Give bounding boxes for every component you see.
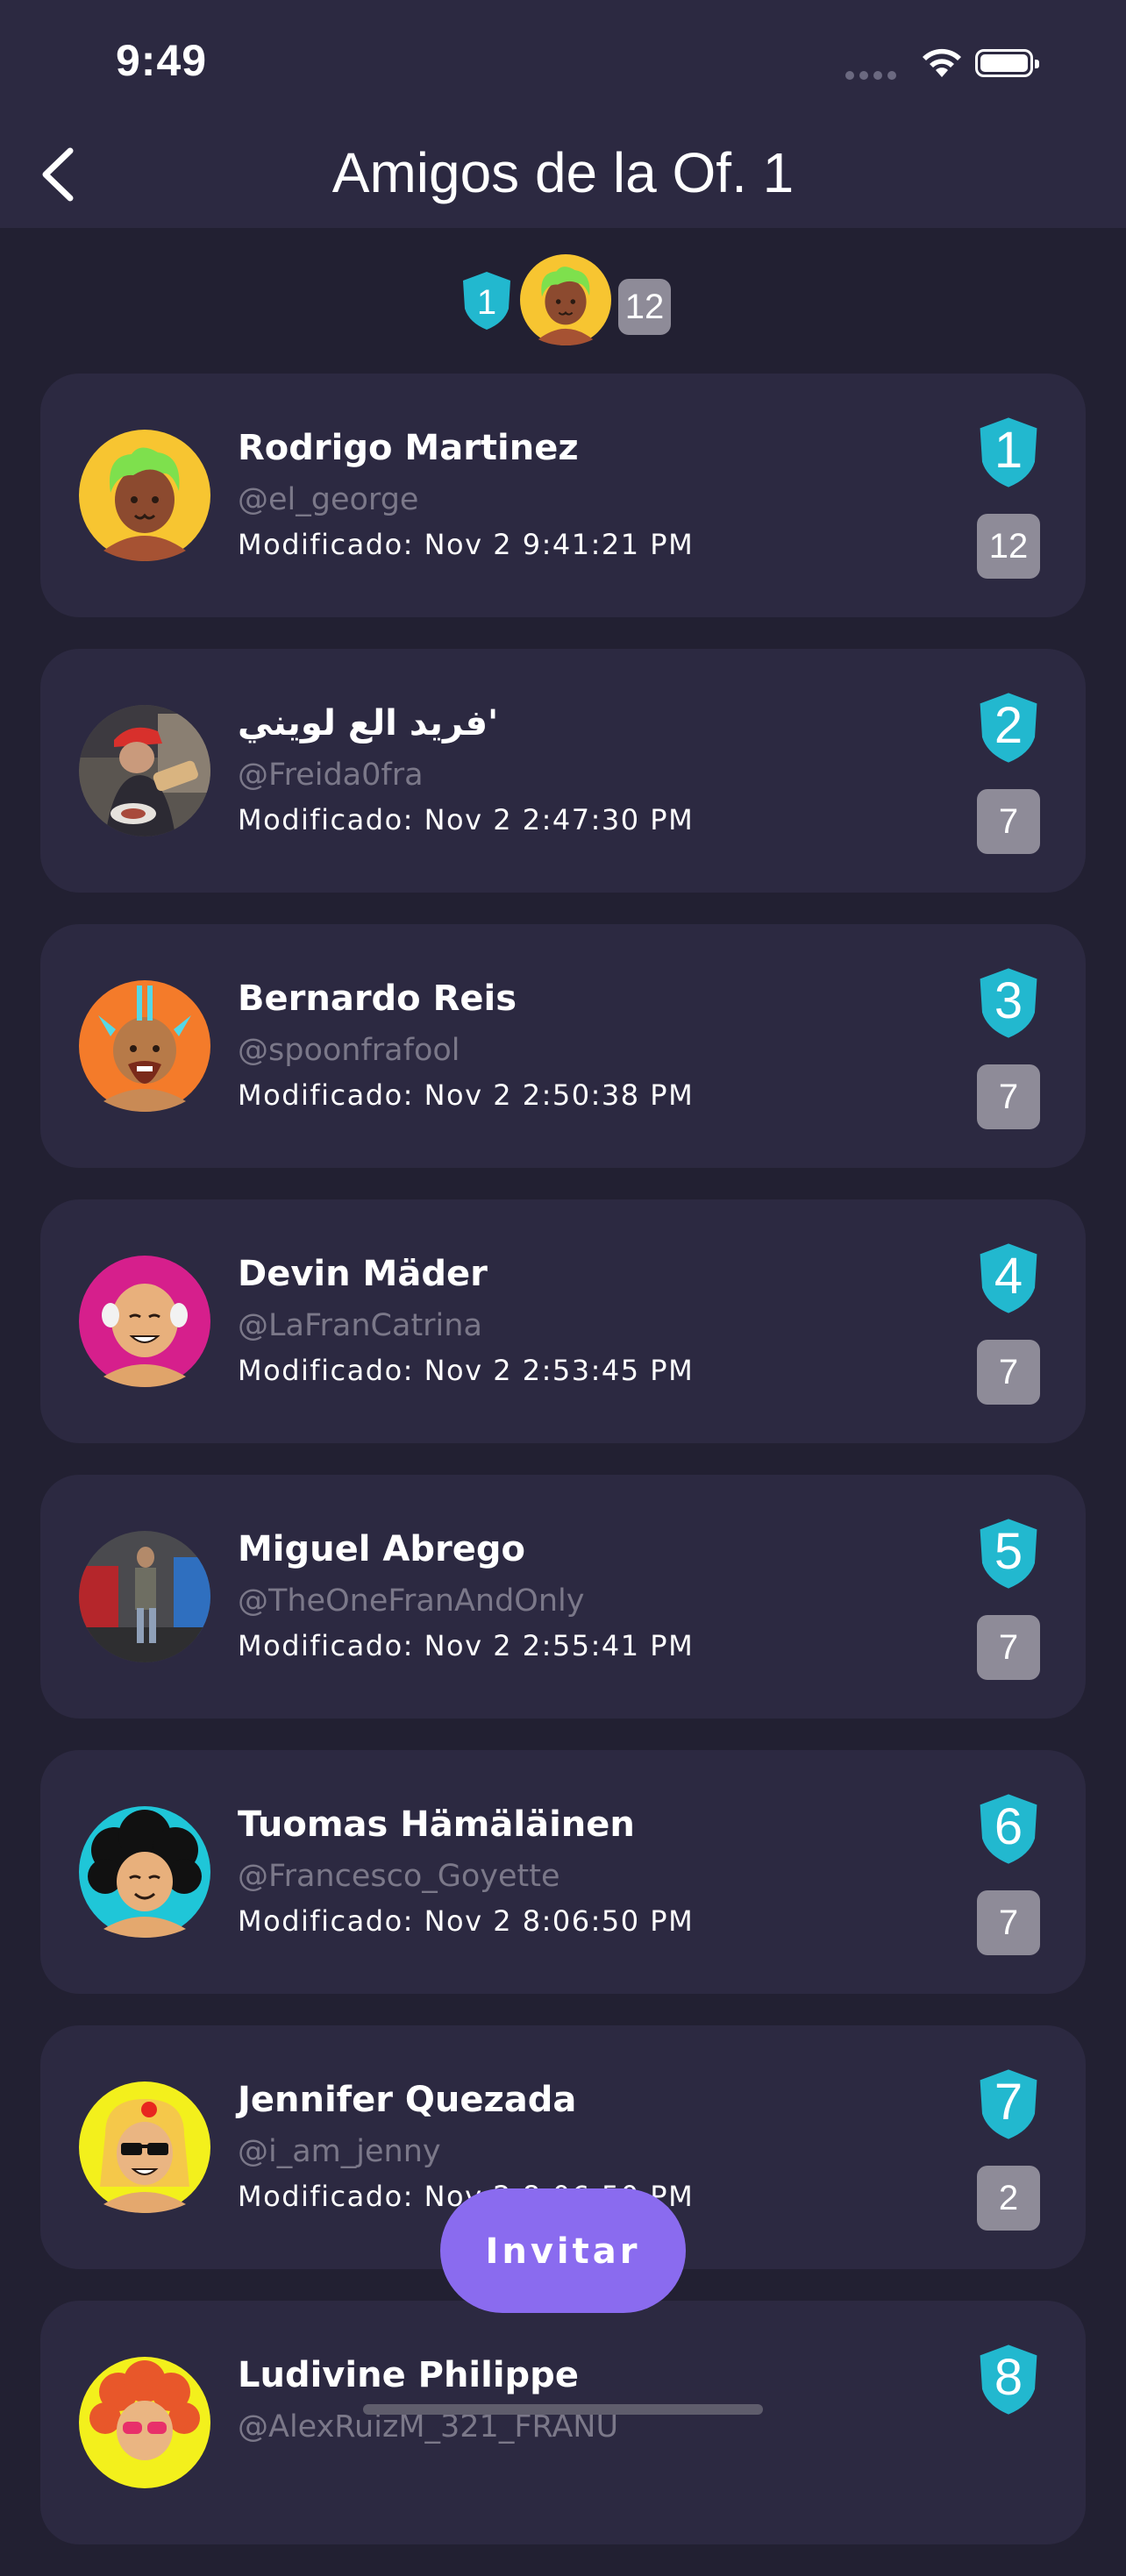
friend-handle: @TheOneFranAndOnly bbox=[238, 1583, 585, 1619]
rank-shield-icon: 6 bbox=[977, 1792, 1040, 1866]
count-badge: 2 bbox=[977, 2166, 1040, 2231]
friend-handle: @i_am_jenny bbox=[238, 2134, 441, 2169]
summary-rank: 1 bbox=[477, 283, 496, 322]
friend-name: Rodrigo Martinez bbox=[238, 428, 579, 468]
bald-avatar-magenta bbox=[79, 1256, 210, 1387]
rank-shield-icon: 4 bbox=[977, 1242, 1040, 1315]
friend-name: Ludivine Philippe bbox=[238, 2355, 579, 2395]
nav-header: 9:49 Amigos de la Of. 1 bbox=[0, 0, 1126, 228]
count-badge: 7 bbox=[977, 1615, 1040, 1680]
friend-name: Miguel Abrego bbox=[238, 1529, 525, 1569]
friend-name: فريد الع لويني' bbox=[238, 703, 499, 744]
friend-handle: @Freida0fra bbox=[238, 758, 424, 793]
rank-number: 6 bbox=[994, 1798, 1023, 1855]
friend-modified: Modificado: Nov 2 2:50:38 PM bbox=[238, 1078, 695, 1112]
friend-card[interactable]: فريد الع لويني' @Freida0fra Modificado: … bbox=[40, 649, 1086, 893]
friend-handle: @AlexRuizM_321_FRANU bbox=[238, 2409, 619, 2444]
rank-shield-icon: 1 bbox=[463, 272, 510, 330]
rank-shield-icon: 7 bbox=[977, 2067, 1040, 2141]
home-indicator bbox=[363, 2404, 763, 2415]
curly-red-avatar bbox=[79, 2357, 210, 2488]
summary-count-badge: 12 bbox=[618, 279, 671, 335]
friend-modified: Modificado: Nov 2 2:53:45 PM bbox=[238, 1354, 695, 1387]
invite-button[interactable]: Invitar bbox=[440, 2188, 686, 2313]
rank-shield-icon: 2 bbox=[977, 691, 1040, 765]
rank-number: 2 bbox=[994, 697, 1023, 754]
friend-card[interactable]: Miguel Abrego @TheOneFranAndOnly Modific… bbox=[40, 1475, 1086, 1719]
rank-number: 3 bbox=[994, 972, 1023, 1029]
rank-shield-icon: 5 bbox=[977, 1517, 1040, 1590]
rank-number: 4 bbox=[994, 1248, 1023, 1305]
rank-shield-icon: 3 bbox=[977, 966, 1040, 1040]
photo-avatar-street bbox=[79, 1531, 210, 1662]
battery-icon bbox=[975, 49, 1039, 77]
friend-card[interactable]: Tuomas Hämäläinen @Francesco_Goyette Mod… bbox=[40, 1750, 1086, 1994]
friend-modified: Modificado: Nov 2 9:41:21 PM bbox=[238, 528, 695, 561]
rank-number: 1 bbox=[994, 422, 1023, 479]
friend-handle: @el_george bbox=[238, 482, 419, 517]
friend-name: Bernardo Reis bbox=[238, 978, 517, 1019]
friend-name: Jennifer Quezada bbox=[238, 2080, 577, 2120]
sunglasses-avatar-yellow bbox=[79, 2081, 210, 2213]
count-badge: 7 bbox=[977, 789, 1040, 854]
rank-number: 5 bbox=[994, 1523, 1023, 1580]
count-badge: 7 bbox=[977, 1340, 1040, 1405]
photo-avatar-red-cap bbox=[79, 705, 210, 836]
rank-number: 8 bbox=[994, 2349, 1023, 2406]
friend-name: Devin Mäder bbox=[238, 1254, 488, 1294]
afro-avatar-cyan bbox=[79, 1806, 210, 1938]
status-icons bbox=[845, 42, 1056, 86]
count-badge: 12 bbox=[977, 514, 1040, 579]
page-title: Amigos de la Of. 1 bbox=[331, 141, 795, 204]
wifi-icon bbox=[923, 48, 961, 77]
status-time: 9:49 bbox=[116, 36, 208, 85]
count-badge: 7 bbox=[977, 1064, 1040, 1129]
orange-mohawk-avatar bbox=[79, 980, 210, 1112]
friend-card[interactable]: Ludivine Philippe @AlexRuizM_321_FRANU 8 bbox=[40, 2301, 1086, 2544]
friend-card[interactable]: Devin Mäder @LaFranCatrina Modificado: N… bbox=[40, 1199, 1086, 1443]
friend-handle: @Francesco_Goyette bbox=[238, 1859, 560, 1894]
group-summary: 1 12 bbox=[460, 254, 671, 345]
rank-shield-icon: 8 bbox=[977, 2343, 1040, 2416]
friend-modified: Modificado: Nov 2 2:55:41 PM bbox=[238, 1629, 695, 1662]
cellular-signal-icon bbox=[845, 67, 902, 83]
friend-name: Tuomas Hämäläinen bbox=[238, 1804, 635, 1845]
friend-modified: Modificado: Nov 2 2:47:30 PM bbox=[238, 803, 695, 836]
summary-avatar bbox=[520, 254, 611, 345]
friend-card[interactable]: Bernardo Reis @spoonfrafool Modificado: … bbox=[40, 924, 1086, 1168]
friend-modified: Modificado: Nov 2 8:06:50 PM bbox=[238, 1904, 695, 1938]
count-badge: 7 bbox=[977, 1890, 1040, 1955]
friend-handle: @spoonfrafool bbox=[238, 1033, 460, 1068]
green-hair-avatar bbox=[79, 430, 210, 561]
rank-shield-icon: 1 bbox=[977, 416, 1040, 489]
rank-number: 7 bbox=[994, 2074, 1023, 2131]
friend-handle: @LaFranCatrina bbox=[238, 1308, 482, 1343]
friend-card[interactable]: Rodrigo Martinez @el_george Modificado: … bbox=[40, 374, 1086, 617]
